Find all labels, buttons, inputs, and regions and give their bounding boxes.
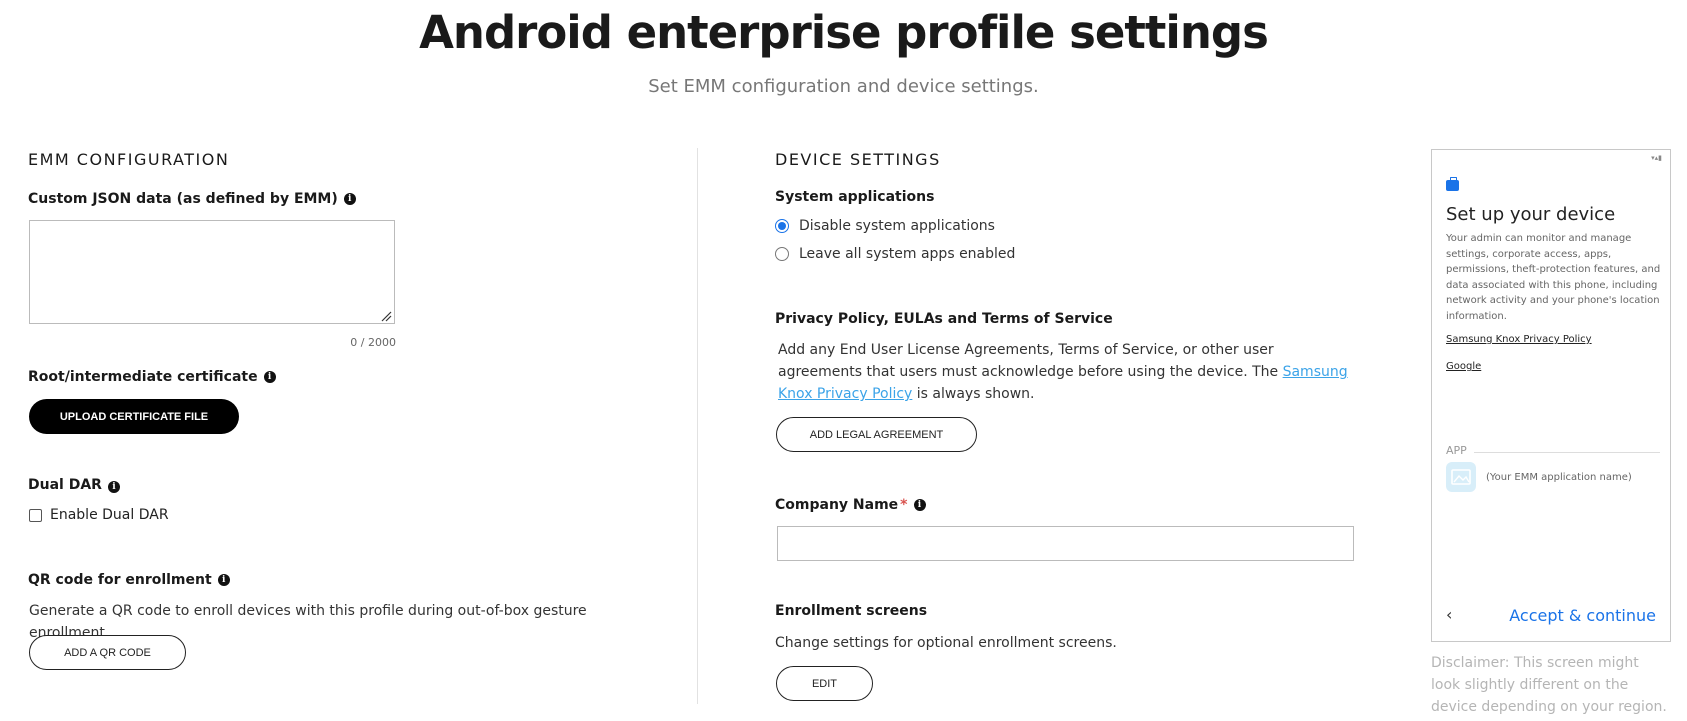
page: Android enterprise profile settings Set … [0, 0, 1687, 721]
privacy-description: Add any End User License Agreements, Ter… [778, 339, 1358, 405]
company-name-input[interactable] [777, 526, 1354, 561]
device-section-heading: DEVICE SETTINGS [775, 150, 941, 169]
resize-grip-icon[interactable] [380, 310, 392, 322]
preview-knox-link: Samsung Knox Privacy Policy [1446, 334, 1592, 345]
system-apps-label: System applications [775, 189, 935, 205]
info-icon[interactable]: i [343, 193, 356, 205]
qr-field-label: QR code for enrollment i [28, 572, 230, 588]
preview-app-divider [1474, 452, 1660, 453]
page-title: Android enterprise profile settings [419, 6, 1269, 59]
radio-button[interactable] [775, 247, 789, 261]
qr-field-label-text: QR code for enrollment [28, 572, 212, 588]
required-asterisk: * [900, 497, 908, 513]
device-preview: ▾▴▮ Set up your device Your admin can mo… [1431, 149, 1671, 642]
dual-dar-label-text: Dual DAR [28, 477, 102, 493]
privacy-description-tail: is always shown. [912, 386, 1035, 402]
column-divider [697, 148, 698, 704]
json-char-counter: 0 / 2000 [350, 336, 396, 349]
page-subtitle: Set EMM configuration and device setting… [648, 76, 1039, 97]
preview-title: Set up your device [1446, 204, 1616, 225]
certificate-field-label: Root/intermediate certificate i [28, 369, 276, 385]
privacy-description-text: Add any End User License Agreements, Ter… [778, 342, 1283, 380]
add-legal-agreement-button[interactable]: ADD LEGAL AGREEMENT [776, 417, 977, 452]
emm-section-heading: EMM CONFIGURATION [28, 150, 230, 169]
add-qr-code-button[interactable]: ADD A QR CODE [29, 635, 186, 670]
edit-enrollment-button[interactable]: EDIT [776, 666, 873, 701]
radio-disable-system-apps[interactable]: Disable system applications [775, 218, 995, 234]
privacy-policy-label: Privacy Policy, EULAs and Terms of Servi… [775, 311, 1113, 327]
info-icon[interactable]: i [263, 371, 276, 383]
preview-accept-button: Accept & continue [1509, 606, 1656, 625]
company-name-label-text: Company Name [775, 497, 899, 513]
enrollment-screens-label: Enrollment screens [775, 603, 928, 619]
custom-json-textarea[interactable] [29, 220, 395, 324]
preview-app-name: (Your EMM application name) [1486, 472, 1632, 483]
chevron-left-icon: ‹ [1446, 605, 1453, 624]
info-icon[interactable]: i [217, 574, 230, 586]
dual-dar-label: Dual DAR i [28, 477, 120, 493]
radio-button[interactable] [775, 219, 789, 233]
radio-label: Leave all system apps enabled [799, 246, 1016, 262]
image-placeholder-icon [1446, 462, 1476, 492]
enrollment-description: Change settings for optional enrollment … [775, 635, 1117, 651]
info-icon[interactable]: i [913, 499, 926, 511]
dual-dar-checkbox-row[interactable]: Enable Dual DAR [29, 507, 169, 523]
upload-certificate-button[interactable]: UPLOAD CERTIFICATE FILE [29, 399, 239, 434]
preview-app-section-label: APP [1446, 444, 1467, 457]
preview-description: Your admin can monitor and manage settin… [1446, 233, 1661, 322]
company-name-label: Company Name * i [775, 497, 926, 513]
radio-leave-apps-enabled[interactable]: Leave all system apps enabled [775, 246, 1015, 262]
certificate-field-label-text: Root/intermediate certificate [28, 369, 258, 385]
info-icon[interactable]: i [107, 481, 120, 493]
dual-dar-checkbox[interactable] [29, 508, 42, 522]
briefcase-icon [1446, 177, 1459, 191]
dual-dar-checkbox-label: Enable Dual DAR [50, 507, 169, 523]
status-bar-icons: ▾▴▮ [1651, 154, 1662, 162]
preview-disclaimer: Disclaimer: This screen might look sligh… [1431, 655, 1667, 715]
radio-label: Disable system applications [799, 218, 995, 234]
json-field-label: Custom JSON data (as defined by EMM) i [28, 191, 356, 207]
preview-google-link: Google [1446, 361, 1482, 372]
json-field-label-text: Custom JSON data (as defined by EMM) [28, 191, 338, 207]
